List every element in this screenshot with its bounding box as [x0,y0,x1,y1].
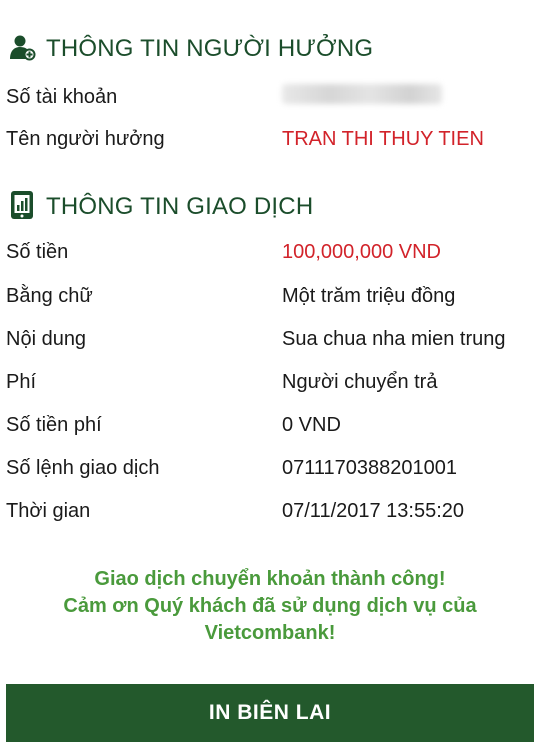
beneficiary-name-label: Tên người hưởng [6,127,165,150]
amount-row: Số tiền 100,000,000 VND [6,237,540,267]
account-number-label: Số tài khoản [6,85,118,108]
beneficiary-section-title: THÔNG TIN NGƯỜI HƯỞNG [46,35,374,62]
beneficiary-section-header: THÔNG TIN NGƯỜI HƯỞNG [8,32,373,66]
transaction-section-header: THÔNG TIN GIAO DỊCH [8,190,313,224]
transaction-id-row: Số lệnh giao dịch 0711170388201001 [6,453,540,483]
account-number-row: Số tài khoản [6,82,540,112]
success-line-2: Cảm ơn Quý khách đã sử dụng dịch vụ của [63,595,477,617]
amount-label: Số tiền [6,240,69,263]
fee-value: Người chuyển trả [282,370,438,393]
fee-amount-label: Số tiền phí [6,413,102,436]
success-message: Giao dịch chuyển khoản thành công! Cảm ơ… [0,566,540,647]
transaction-id-value: 0711170388201001 [282,456,457,479]
amount-in-words-value: Một trăm triệu đồng [282,284,456,307]
content-value: Sua chua nha mien trung [282,327,506,350]
content-label: Nội dung [6,327,87,350]
success-line-1: Giao dịch chuyển khoản thành công! [94,568,446,590]
redacted-account-number [282,84,442,104]
amount-in-words-label: Bằng chữ [6,284,93,307]
fee-amount-row: Số tiền phí 0 VND [6,410,540,440]
user-icon [8,33,36,66]
fee-amount-value: 0 VND [282,413,341,436]
phone-icon [8,190,36,225]
time-value: 07/11/2017 13:55:20 [282,499,465,522]
fee-row: Phí Người chuyển trả [6,367,540,397]
success-line-3: Vietcombank! [204,622,336,644]
print-receipt-button[interactable]: IN BIÊN LAI [6,684,534,742]
beneficiary-name-row: Tên người hưởng TRAN THI THUY TIEN [6,124,540,154]
transaction-section-title: THÔNG TIN GIAO DỊCH [46,193,314,220]
beneficiary-name-value: TRAN THI THUY TIEN [282,127,484,150]
fee-label: Phí [6,370,37,393]
transaction-id-label: Số lệnh giao dịch [6,456,160,479]
amount-value: 100,000,000 VND [282,240,442,263]
account-number-value [282,84,442,110]
content-row: Nội dung Sua chua nha mien trung [6,324,540,354]
time-label: Thời gian [6,499,91,522]
time-row: Thời gian 07/11/2017 13:55:20 [6,496,540,526]
amount-in-words-row: Bằng chữ Một trăm triệu đồng [6,281,540,311]
